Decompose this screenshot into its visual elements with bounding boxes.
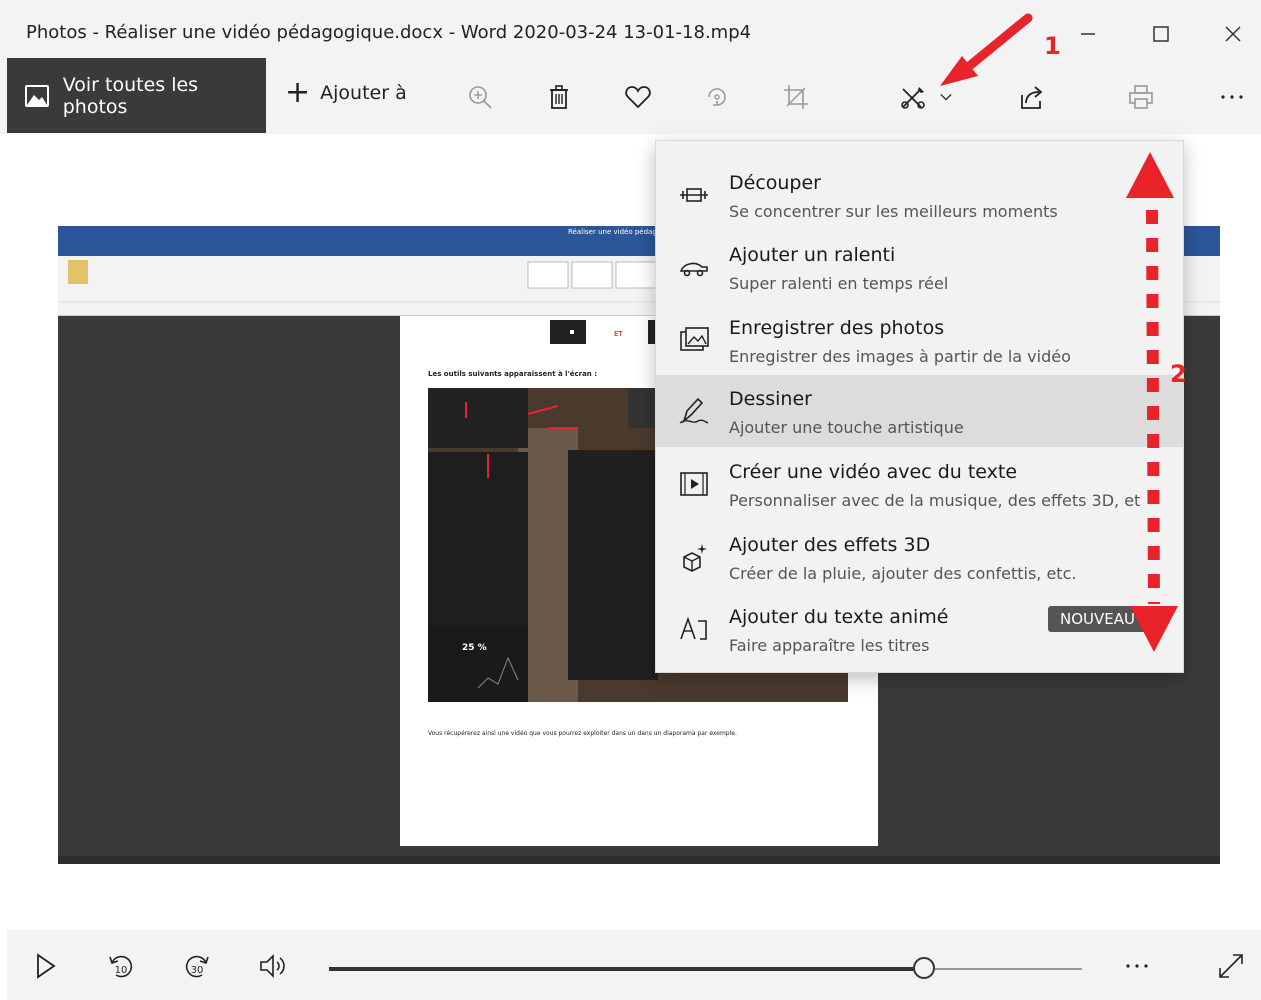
print-button[interactable] (1124, 80, 1158, 114)
menu-item-save-photos[interactable]: Enregistrer des photos Enregistrer des i… (656, 304, 1183, 376)
crop-button[interactable] (779, 80, 813, 114)
expand-icon (1219, 954, 1243, 978)
video-text-icon (680, 472, 708, 496)
seek-thumb[interactable] (912, 957, 935, 979)
add-to-button[interactable]: + Ajouter à (285, 78, 407, 108)
menu-item-title: Ajouter un ralenti (729, 244, 896, 266)
skip-back-button[interactable]: 10 (103, 948, 139, 984)
menu-item-subtitle: Ajouter une touche artistique (729, 418, 964, 437)
delete-button[interactable] (542, 80, 576, 114)
menu-item-title: Créer une vidéo avec du texte (729, 461, 1018, 483)
rotate-button[interactable] (700, 80, 734, 114)
animated-text-icon (680, 616, 707, 640)
effects-3d-icon (683, 544, 707, 572)
menu-item-title: Dessiner (729, 388, 812, 410)
zoom-button[interactable] (463, 80, 497, 114)
playback-controls: 10 30 (7, 930, 1261, 1000)
more-icon (1221, 95, 1243, 99)
embed-percent: 25 % (462, 643, 487, 653)
share-icon (1021, 86, 1043, 109)
slow-motion-icon (679, 262, 708, 277)
menu-item-title: Découper (729, 172, 821, 194)
maximize-icon (1153, 26, 1169, 42)
fullscreen-button[interactable] (1213, 948, 1249, 984)
menu-item-3d-effects[interactable]: Ajouter des effets 3D Créer de la pluie,… (656, 521, 1183, 593)
edit-create-dropdown[interactable] (934, 80, 958, 114)
menu-item-subtitle: Créer de la pluie, ajouter des confettis… (729, 564, 1077, 583)
photos-icon (25, 84, 49, 107)
menu-item-trim[interactable]: Découper Se concentrer sur les meilleurs… (656, 159, 1183, 231)
view-all-label: Voir toutes les photos (62, 73, 199, 118)
svg-text:ET: ET (614, 330, 623, 338)
menu-item-subtitle: Super ralenti en temps réel (729, 274, 949, 293)
minimize-button[interactable] (1068, 18, 1108, 50)
menu-item-subtitle: Personnaliser avec de la musique, des ef… (729, 491, 1141, 510)
menu-item-title: Ajouter des effets 3D (729, 534, 931, 556)
rotate-icon (708, 88, 726, 106)
video-word-title: Réaliser une vidéo pédago (568, 228, 662, 236)
menu-item-animated-text[interactable]: Ajouter du texte animé Faire apparaître … (656, 593, 1183, 665)
menu-item-subtitle: Se concentrer sur les meilleurs moments (729, 202, 1058, 221)
new-badge: NOUVEAU (1048, 606, 1147, 632)
menu-item-subtitle: Faire apparaître les titres (729, 636, 930, 655)
crop-icon (784, 85, 808, 109)
doc-heading: Les outils suivants apparaissent à l'écr… (428, 370, 598, 378)
trash-icon (550, 85, 568, 109)
more-options-button[interactable] (1215, 80, 1249, 114)
menu-item-video-text[interactable]: Créer une vidéo avec du texte Personnali… (656, 448, 1183, 520)
skip-forward-label: 30 (191, 965, 204, 976)
share-button[interactable] (1015, 80, 1049, 114)
seek-bar[interactable] (329, 957, 1082, 979)
skip-back-icon: 10 (109, 955, 133, 978)
favorite-button[interactable] (621, 80, 655, 114)
zoom-in-icon (469, 86, 492, 109)
window-title: Photos - Réaliser une vidéo pédagogique.… (26, 22, 752, 43)
edit-create-icon (901, 87, 925, 109)
menu-item-subtitle: Enregistrer des images à partir de la vi… (729, 347, 1071, 366)
draw-icon (679, 397, 709, 424)
toolbar: Voir toutes les photos + Ajouter à (0, 58, 1261, 134)
volume-icon (260, 954, 285, 978)
close-icon (1225, 26, 1241, 42)
heart-icon (625, 86, 651, 109)
save-photos-icon (680, 327, 709, 351)
skip-forward-icon: 30 (185, 955, 209, 978)
video-word-statusbar (58, 856, 1220, 864)
menu-item-title: Ajouter du texte animé (729, 606, 949, 628)
title-bar: Photos - Réaliser une vidéo pédagogique.… (0, 0, 1261, 58)
plus-icon: + (285, 75, 311, 110)
playback-more-button[interactable] (1119, 948, 1155, 984)
trim-icon (680, 188, 708, 202)
close-button[interactable] (1213, 18, 1253, 50)
printer-icon (1129, 85, 1153, 109)
edit-create-button[interactable] (896, 80, 930, 114)
skip-forward-button[interactable]: 30 (179, 948, 215, 984)
add-to-label: Ajouter à (320, 82, 407, 104)
play-icon (37, 953, 56, 979)
more-icon (1126, 964, 1148, 968)
seek-progress (329, 967, 924, 971)
menu-item-draw[interactable]: Dessiner Ajouter une touche artistique (656, 375, 1183, 447)
play-button[interactable] (27, 948, 63, 984)
skip-back-label: 10 (115, 965, 128, 976)
maximize-button[interactable] (1141, 18, 1181, 50)
minimize-icon (1081, 33, 1095, 35)
doc-footer: Vous récupérerez ainsi une vidéo que vou… (428, 730, 737, 737)
chevron-down-icon (940, 93, 952, 101)
view-all-photos-button[interactable]: Voir toutes les photos (7, 58, 266, 133)
menu-item-slow-motion[interactable]: Ajouter un ralenti Super ralenti en temp… (656, 231, 1183, 303)
menu-item-title: Enregistrer des photos (729, 317, 945, 339)
volume-button[interactable] (255, 948, 291, 984)
edit-create-menu: Découper Se concentrer sur les meilleurs… (655, 140, 1184, 673)
